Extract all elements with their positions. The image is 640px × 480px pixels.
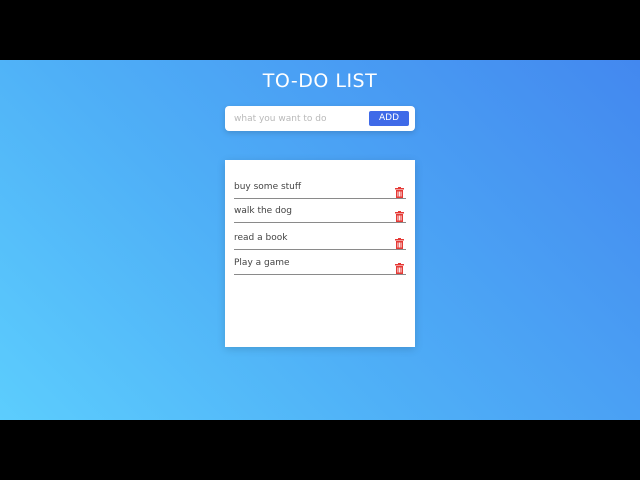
letterbox-bottom [0,420,640,480]
add-todo-bar: ADD [225,106,415,131]
trash-icon[interactable] [395,259,404,274]
todo-text: walk the dog [234,206,293,216]
list-item: Play a game [234,256,406,275]
list-item: walk the dog [234,204,406,223]
todo-text: read a book [234,233,288,243]
todo-app: TO-DO LIST ADD buy some stuff walk the d… [0,60,640,420]
todo-input[interactable] [234,111,364,127]
todo-text: Play a game [234,258,290,268]
trash-icon[interactable] [395,234,404,249]
page-title: TO-DO LIST [262,70,378,92]
add-button[interactable]: ADD [369,111,409,126]
todo-list: buy some stuff walk the dog read a book … [225,160,415,347]
trash-icon[interactable] [395,183,404,198]
letterbox-top [0,0,640,60]
trash-icon[interactable] [395,207,404,222]
list-item: buy some stuff [234,180,406,199]
list-item: read a book [234,231,406,250]
todo-text: buy some stuff [234,182,302,192]
